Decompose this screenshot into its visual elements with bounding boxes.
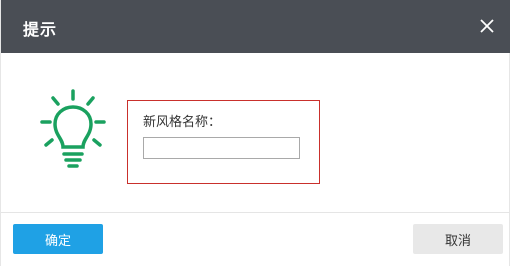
dialog-body: 新风格名称： <box>1 53 510 213</box>
dialog-footer: 确定 取消 <box>1 213 510 266</box>
style-name-label: 新风格名称： <box>143 115 222 130</box>
style-name-input[interactable] <box>143 137 300 159</box>
confirm-button[interactable]: 确定 <box>13 224 103 254</box>
dialog-titlebar: 提示 <box>1 0 510 53</box>
lightbulb-icon <box>40 89 106 168</box>
close-icon[interactable] <box>479 18 495 34</box>
prompt-dialog: 提示 新风格名称： 确定 取消 <box>0 0 510 266</box>
dialog-title: 提示 <box>23 20 58 39</box>
style-name-form: 新风格名称： <box>127 100 320 184</box>
cancel-button[interactable]: 取消 <box>413 224 503 254</box>
